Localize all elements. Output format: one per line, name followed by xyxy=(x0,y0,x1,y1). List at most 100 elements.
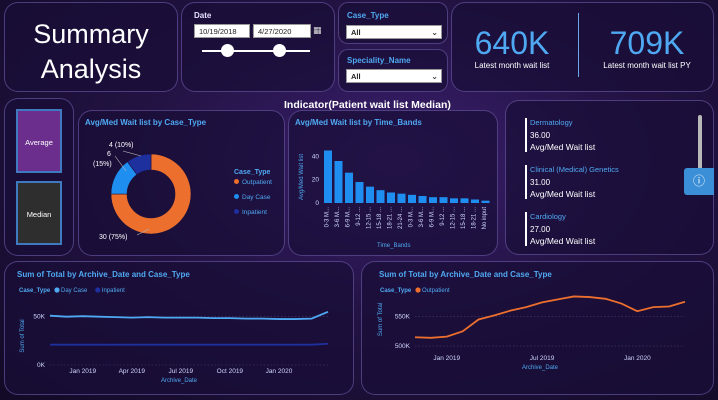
donut-legend: Outpatient Day Case Inpatient xyxy=(234,179,272,224)
donut-label-outpatient: 30 (75%) xyxy=(99,234,128,241)
case-type-label: Case_Type xyxy=(347,11,389,20)
line-x-tick: Jul 2019 xyxy=(530,355,555,362)
kpi-divider xyxy=(578,13,579,77)
card-accent-bar xyxy=(525,165,527,199)
scrollbar[interactable] xyxy=(698,115,702,173)
speciality-dropdown[interactable]: All ⌄ xyxy=(346,69,442,83)
start-date-input[interactable]: 10/19/2018 xyxy=(194,24,250,38)
bar xyxy=(334,161,343,203)
legend-item[interactable]: Inpatient xyxy=(234,209,272,216)
case-type-dropdown[interactable]: All ⌄ xyxy=(346,25,442,39)
line-y-tick: 0K xyxy=(37,362,46,369)
slider-end-handle[interactable] xyxy=(273,44,286,57)
card-speciality-name: Clinical (Medical) Genetics xyxy=(530,165,619,174)
line-chart-left: Case_Type Day Case Inpatient 0K 50K Jan 2019 A… xyxy=(19,287,329,384)
bar-y-tick: 0 xyxy=(315,200,319,207)
speciality-slicer: Speciality_Name All ⌄ xyxy=(338,49,448,92)
card-value: 27.00 xyxy=(530,225,551,234)
line-y-tick: 50K xyxy=(33,314,45,321)
bar xyxy=(324,150,332,203)
bar-x-tick: 18-21 ... xyxy=(471,207,477,229)
median-button[interactable]: Median xyxy=(16,181,62,245)
line-y-axis-label: Sum of Total xyxy=(378,303,384,336)
info-icon[interactable]: ⓘ xyxy=(684,168,714,195)
bar xyxy=(481,200,490,203)
line-series-inpatient xyxy=(50,342,329,346)
bar-x-tick: 18-21 ... xyxy=(387,207,393,229)
speciality-cards-panel: Dermatology 36.00 Avg/Med Wait list Clinica… xyxy=(505,100,714,255)
kpi-panel: 640K Latest month wait list 709K Latest … xyxy=(451,2,714,92)
bar-y-tick: 20 xyxy=(312,177,320,184)
line-legend-label: Inpatient xyxy=(102,288,125,294)
bar-y-axis-label: Avg/Med Wait list xyxy=(299,154,305,200)
line-chart-right: Case_Type Outpatient 500K 550K Jan 2019 Jul 2… xyxy=(378,287,686,371)
bar xyxy=(408,194,416,203)
calendar-icon[interactable]: ▦ xyxy=(313,25,323,36)
card-value: 36.00 xyxy=(530,131,551,140)
bar-x-axis-label: Time_Bands xyxy=(377,243,410,249)
date-label: Date xyxy=(194,11,212,20)
card-caption: Avg/Med Wait list xyxy=(530,189,596,199)
bar-x-tick: 9-12 ... xyxy=(440,207,446,226)
case-type-value: All xyxy=(351,28,361,37)
bar-x-tick: 9-12 ... xyxy=(356,207,362,226)
bar xyxy=(418,196,427,203)
date-slicer: Date 10/19/2018 ▦ 4/27/2020 ▦ xyxy=(181,2,335,92)
bar xyxy=(345,172,353,203)
card-speciality-name: Cardiology xyxy=(530,212,566,221)
speciality-label: Speciality_Name xyxy=(347,56,411,65)
line-x-axis-label: Archive_Date xyxy=(522,365,559,371)
kpi-py-caption: Latest month wait list PY xyxy=(603,61,691,70)
bar-x-tick: 12-15 ... xyxy=(450,207,456,229)
line-legend-title: Case_Type xyxy=(380,288,412,294)
line-series-outpatient xyxy=(414,295,686,339)
line-x-tick: Oct 2019 xyxy=(217,368,244,375)
line-legend-dot xyxy=(95,287,101,293)
line-y-tick: 550K xyxy=(395,314,411,321)
bar-x-tick: 15-18 ... xyxy=(377,207,383,229)
end-date-input[interactable]: 4/27/2020 xyxy=(253,24,311,38)
bar-x-tick: 15-18 ... xyxy=(461,207,467,229)
indicator-buttons: Average Median xyxy=(4,98,74,256)
chevron-down-icon: ⌄ xyxy=(431,28,438,37)
kpi-py-value: 709K xyxy=(609,25,685,61)
line-x-axis-label: Archive_Date xyxy=(161,378,198,384)
line-x-tick: Jan 2020 xyxy=(624,355,651,362)
bar-x-tick: 0-3 M... xyxy=(324,207,330,228)
bar xyxy=(450,198,458,203)
bar-x-tick: 21-24 ... xyxy=(398,207,404,229)
kpi-latest-caption: Latest month wait list xyxy=(474,61,550,70)
donut-chart-panel: Avg/Med Wait list by Case_Type 4 (10%) 6… xyxy=(78,110,285,256)
card-accent-bar xyxy=(525,212,527,246)
legend-item[interactable]: Outpatient xyxy=(234,179,272,186)
legend-dot xyxy=(234,209,239,214)
legend-item[interactable]: Day Case xyxy=(234,194,272,201)
line-legend-dot xyxy=(415,287,421,293)
legend-dot xyxy=(234,194,239,199)
donut-label-daycase-value: 6 xyxy=(107,151,111,158)
bar-chart: Avg/Med Wait list 0 20 40 0-3 M... 3-6 M... 6-… xyxy=(299,150,490,249)
line-y-axis-label: Sum of Total xyxy=(20,319,26,352)
bar xyxy=(429,197,437,203)
line-x-tick: Jan 2019 xyxy=(433,355,460,362)
bar-x-tick: 3-6 M... xyxy=(335,207,341,228)
speciality-value: All xyxy=(351,72,361,81)
bar xyxy=(355,182,364,203)
line-chart-right-panel: Sum of Total by Archive_Date and Case_Ty… xyxy=(361,261,714,395)
date-range-slider[interactable] xyxy=(202,50,310,52)
average-button[interactable]: Average xyxy=(16,109,62,173)
line-legend-label: Outpatient xyxy=(422,288,450,294)
card-caption: Avg/Med Wait list xyxy=(530,236,596,246)
bar xyxy=(460,198,469,203)
bar xyxy=(366,186,374,203)
line-chart-left-panel: Sum of Total by Archive_Date and Case_Ty… xyxy=(4,261,354,395)
donut-label-inpatient: 4 (10%) xyxy=(109,142,134,149)
legend-label: Inpatient xyxy=(242,209,267,216)
page-title: Summary Analysis xyxy=(33,19,149,84)
slider-start-handle[interactable] xyxy=(221,44,234,57)
bar-x-tick: 6-9 M... xyxy=(429,207,435,228)
line-x-tick: Jan 2019 xyxy=(69,368,96,375)
line-legend-label: Day Case xyxy=(61,288,88,294)
line-legend-dot xyxy=(54,287,60,293)
line-x-tick: Apr 2019 xyxy=(119,368,146,375)
